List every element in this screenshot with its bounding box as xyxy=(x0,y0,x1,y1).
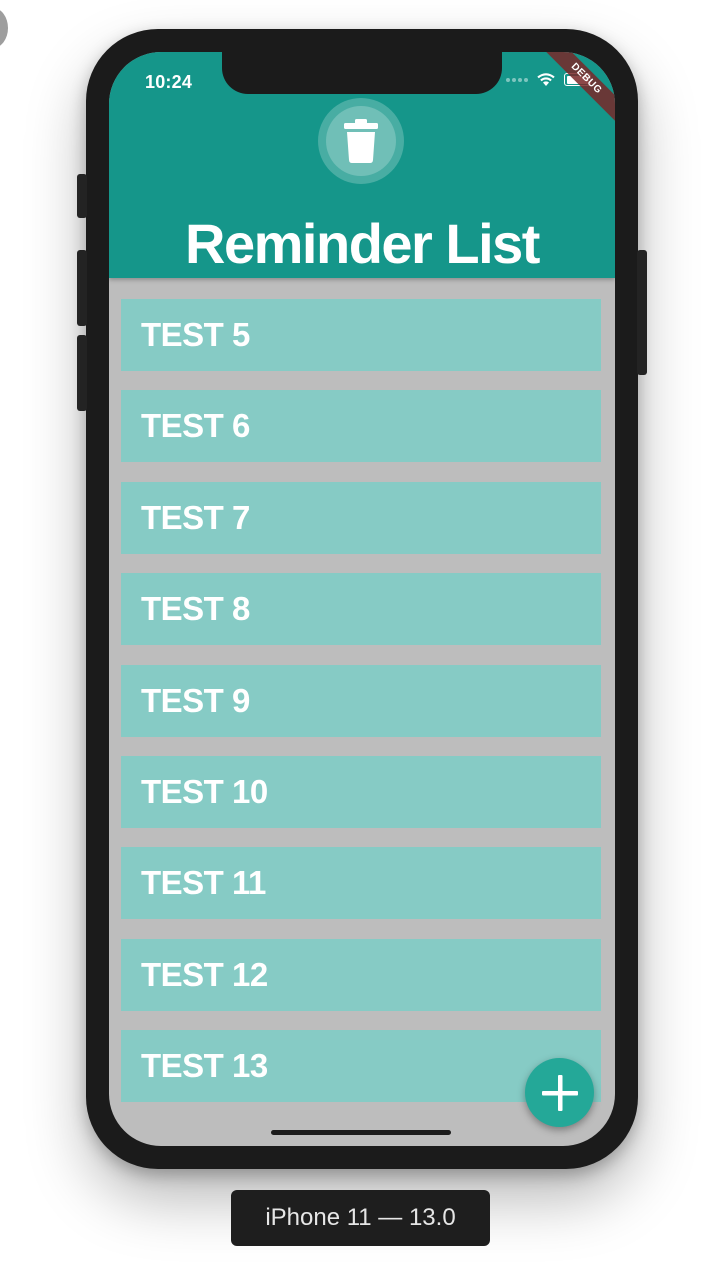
list-item-label: TEST 11 xyxy=(141,864,266,901)
list-item[interactable]: TEST 12 xyxy=(121,939,601,1011)
device-label: iPhone 11 — 13.0 xyxy=(231,1190,490,1246)
window-control-dot[interactable] xyxy=(0,8,8,48)
simulator-window: 10:24 DEBUG Reminder List TEST 5 TEST 6 … xyxy=(0,0,711,1274)
list-item-label: TEST 10 xyxy=(141,773,268,810)
trash-icon xyxy=(344,119,378,163)
volume-down-button xyxy=(77,335,87,411)
list-item[interactable]: TEST 10 xyxy=(121,756,601,828)
add-reminder-button[interactable] xyxy=(525,1058,594,1127)
list-item[interactable]: TEST 5 xyxy=(121,299,601,371)
list-item-label: TEST 6 xyxy=(141,407,250,444)
debug-banner: DEBUG xyxy=(533,52,615,132)
list-item-label: TEST 9 xyxy=(141,682,250,719)
list-item[interactable]: TEST 6 xyxy=(121,390,601,462)
list-item[interactable]: TEST 7 xyxy=(121,482,601,554)
list-item-label: TEST 8 xyxy=(141,590,250,627)
delete-all-button[interactable] xyxy=(318,98,404,184)
status-time: 10:24 xyxy=(145,72,193,92)
volume-up-button xyxy=(77,250,87,326)
wifi-icon xyxy=(537,73,555,86)
plus-icon xyxy=(541,1074,578,1111)
page-title: Reminder List xyxy=(185,212,540,275)
notch xyxy=(222,52,502,94)
iphone-device-frame: 10:24 DEBUG Reminder List TEST 5 TEST 6 … xyxy=(77,29,647,1169)
silent-switch xyxy=(77,174,87,218)
list-item[interactable]: TEST 9 xyxy=(121,665,601,737)
app-header: 10:24 DEBUG Reminder List xyxy=(109,52,615,278)
list-item-label: TEST 5 xyxy=(141,316,250,353)
signal-dots-icon xyxy=(506,77,528,82)
list-item-label: TEST 13 xyxy=(141,1047,268,1084)
power-button xyxy=(637,250,647,375)
home-indicator xyxy=(271,1130,451,1135)
device-screen: 10:24 DEBUG Reminder List TEST 5 TEST 6 … xyxy=(109,52,615,1146)
list-item-label: TEST 12 xyxy=(141,956,268,993)
list-item[interactable]: TEST 8 xyxy=(121,573,601,645)
list-item-label: TEST 7 xyxy=(141,499,250,536)
list-item[interactable]: TEST 11 xyxy=(121,847,601,919)
